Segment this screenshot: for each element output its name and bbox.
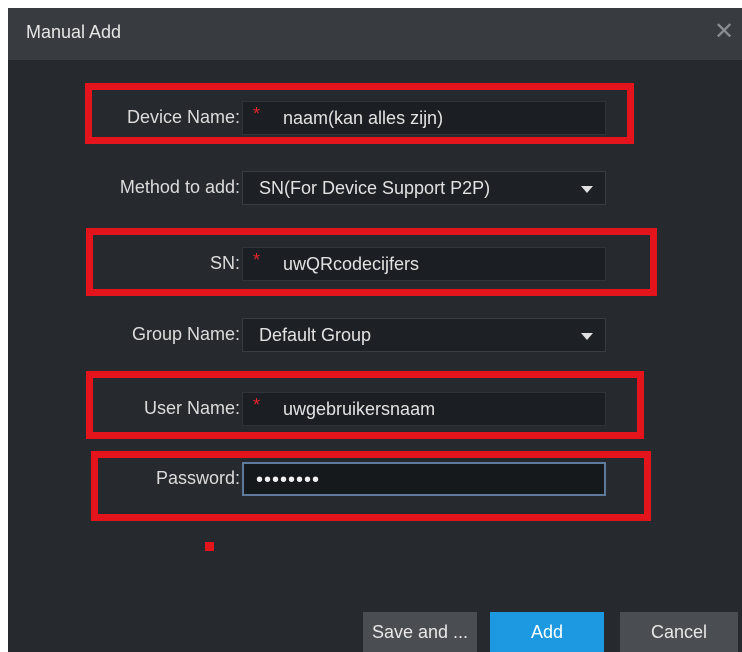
highlight-box-password (91, 451, 651, 521)
add-button[interactable]: Add (490, 612, 604, 652)
highlight-box-sn (86, 228, 657, 296)
chevron-down-icon (581, 333, 593, 340)
annotation-dot (205, 542, 214, 551)
method-to-add-label: Method to add: (119, 177, 240, 197)
chevron-down-icon (581, 186, 593, 193)
group-name-row: Group Name: Default Group (8, 315, 742, 355)
dialog-title: Manual Add (26, 22, 122, 42)
highlight-box-user-name (86, 371, 644, 439)
cancel-button[interactable]: Cancel (620, 612, 738, 652)
close-icon[interactable]: ✕ (712, 18, 736, 46)
dialog-titlebar: Manual Add ✕ (8, 8, 742, 60)
save-and-continue-button[interactable]: Save and ... (363, 612, 477, 652)
group-name-select[interactable]: Default Group (242, 318, 606, 352)
manual-add-dialog: Manual Add ✕ Device Name: * naam(kan all… (8, 8, 742, 652)
method-to-add-value: SN(For Device Support P2P) (259, 178, 491, 198)
highlight-box-device-name (85, 83, 634, 144)
group-name-value: Default Group (259, 325, 372, 345)
method-to-add-row: Method to add: SN(For Device Support P2P… (8, 168, 742, 208)
group-name-label: Group Name: (131, 324, 240, 344)
method-to-add-select[interactable]: SN(For Device Support P2P) (242, 171, 606, 205)
